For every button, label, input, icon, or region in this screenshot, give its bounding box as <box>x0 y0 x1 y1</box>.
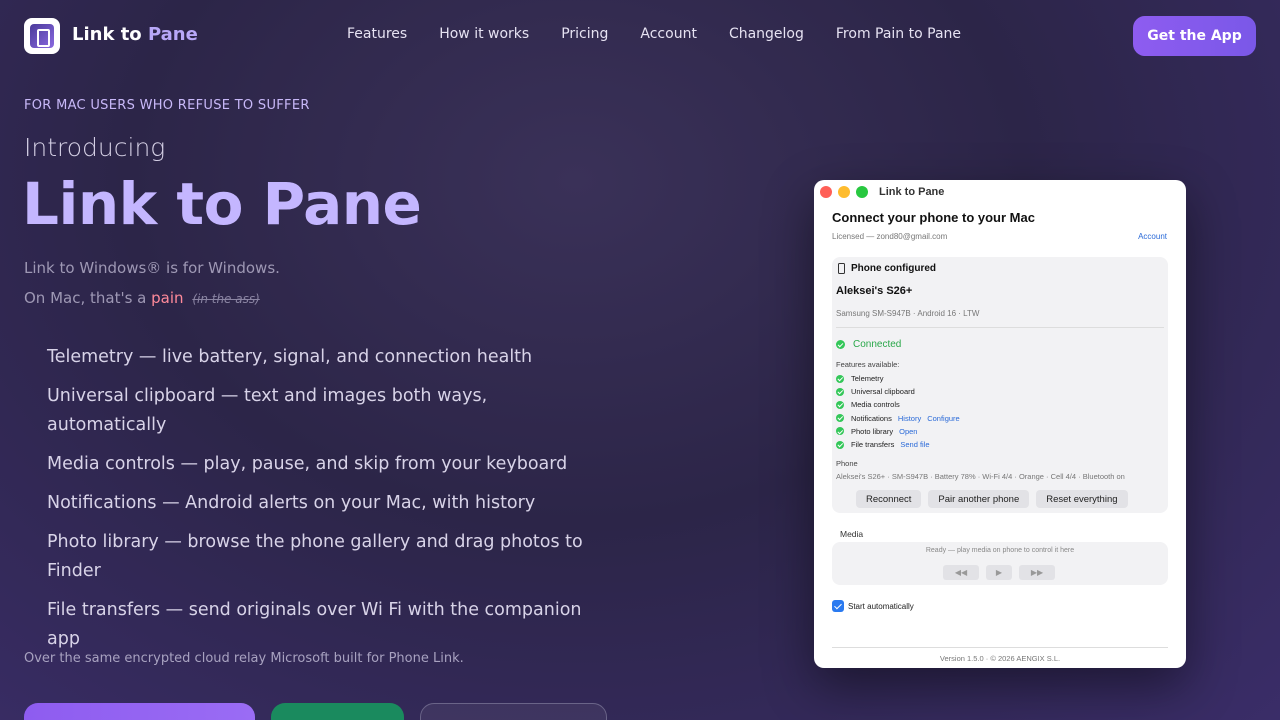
check-circle-icon <box>836 340 845 349</box>
features-label: Features available: <box>836 360 900 369</box>
check-circle-icon <box>836 414 844 423</box>
check-circle-icon <box>836 387 844 396</box>
phone-card: Phone configured Aleksei's S26+ Samsung … <box>832 257 1168 513</box>
close-icon[interactable] <box>820 186 832 198</box>
nav-changelog[interactable]: Changelog <box>729 26 804 42</box>
nav-pricing[interactable]: Pricing <box>561 26 608 42</box>
reconnect-button[interactable]: Reconnect <box>856 490 922 508</box>
device-model: Samsung SM-S947B · Android 16 · LTW <box>836 309 980 318</box>
media-status: Ready — play media on phone to control i… <box>925 547 1075 554</box>
connection-status: Connected <box>836 339 901 350</box>
window-heading: Connect your phone to your Mac <box>832 210 1035 225</box>
outline-button[interactable] <box>420 703 607 720</box>
feature-name: Notifications <box>851 413 892 423</box>
app-logo-icon[interactable] <box>24 18 60 54</box>
hero-footnote: Over the same encrypted cloud relay Micr… <box>24 651 464 666</box>
next-track-icon[interactable]: ▶▶ <box>1019 565 1055 580</box>
window-titlebar: Link to Pane <box>814 180 1186 204</box>
send-file-link[interactable]: Send file <box>900 440 929 449</box>
brand-accent: Pane <box>147 24 198 45</box>
get-the-app-button[interactable]: Get the App <box>1133 16 1256 56</box>
pair-another-phone-button[interactable]: Pair another phone <box>928 490 1030 508</box>
minimize-icon[interactable] <box>838 186 850 198</box>
feature-item: Photo library — browse the phone gallery… <box>47 532 583 581</box>
feature-item: Media controls — play, pause, and skip f… <box>47 454 568 474</box>
phone-actions: Reconnect Pair another phone Reset every… <box>856 490 1128 508</box>
feature-row: File transfers Send file <box>836 438 960 451</box>
feature-row: Media controls <box>836 398 960 411</box>
nav-links: Features How it works Pricing Account Ch… <box>347 26 993 42</box>
media-label: Media <box>840 529 864 539</box>
previous-track-icon[interactable]: ◀◀ <box>943 565 979 580</box>
feature-name: Photo library <box>851 426 894 436</box>
feature-name: File transfers <box>851 440 895 450</box>
secondary-green-button[interactable] <box>271 703 404 720</box>
nav-features[interactable]: Features <box>347 26 407 42</box>
media-controls: ◀◀ ▶ ▶▶ <box>943 565 1055 580</box>
feature-row: Universal clipboard <box>836 385 960 398</box>
nav-from-pain-to-pane[interactable]: From Pain to Pane <box>836 26 961 42</box>
start-automatically-checkbox[interactable] <box>832 600 844 612</box>
feature-item: Telemetry — live battery, signal, and co… <box>47 347 533 367</box>
check-circle-icon <box>836 400 844 409</box>
phone-section-label: Phone <box>836 459 858 468</box>
connection-status-label: Connected <box>853 339 902 350</box>
feature-name: Universal clipboard <box>851 387 915 397</box>
account-link[interactable]: Account <box>1138 232 1167 241</box>
primary-download-button[interactable] <box>24 703 255 720</box>
zoom-icon[interactable] <box>856 186 868 198</box>
tagline-strike: (in the ass) <box>192 292 260 306</box>
feature-row: Photo library Open <box>836 425 960 438</box>
phone-status-line: Aleksei's S26+ · SM-S947B · Battery 78% … <box>836 472 1125 481</box>
media-card: Ready — play media on phone to control i… <box>832 542 1168 585</box>
start-automatically-row[interactable]: Start automatically <box>832 600 914 612</box>
window-title: Link to Pane <box>879 186 945 198</box>
tagline-prefix: On Mac, that's a <box>24 289 147 307</box>
divider <box>832 647 1168 648</box>
license-text: Licensed — zond80@gmail.com <box>832 232 948 241</box>
feature-item: File transfers — send originals over Wi … <box>47 600 582 649</box>
check-circle-icon <box>836 427 844 436</box>
feature-name: Telemetry <box>851 374 884 384</box>
check-circle-icon <box>836 440 844 449</box>
hero-tagline-1: Link to Windows® is for Windows. <box>24 259 280 277</box>
phone-configured-heading: Phone configured <box>838 263 936 274</box>
nav-how-it-works[interactable]: How it works <box>439 26 529 42</box>
divider <box>836 327 1164 328</box>
phone-icon <box>838 263 845 274</box>
feature-list: Telemetry — live battery, signal, and co… <box>47 343 607 664</box>
brand-main: Link to <box>72 24 142 45</box>
nav-account[interactable]: Account <box>640 26 697 42</box>
phone-configured-label: Phone configured <box>851 263 936 274</box>
feature-row: Telemetry <box>836 372 960 385</box>
app-window-mockup: Link to Pane Connect your phone to your … <box>814 180 1186 668</box>
device-name: Aleksei's S26+ <box>836 285 913 297</box>
version-text: Version 1.5.0 · © 2026 AENGIX S.L. <box>939 654 1061 663</box>
start-automatically-label: Start automatically <box>848 601 914 611</box>
hero-tagline-2: On Mac, that's a pain (in the ass) <box>24 289 260 307</box>
feature-item: Notifications — Android alerts on your M… <box>47 493 536 513</box>
features-available-list: Telemetry Universal clipboard Media cont… <box>836 372 960 451</box>
hero-title: Link to Pane <box>22 170 422 238</box>
open-link[interactable]: Open <box>899 427 917 436</box>
hero-introducing: Introducing <box>24 133 166 162</box>
configure-link[interactable]: Configure <box>927 414 960 423</box>
check-circle-icon <box>836 374 844 383</box>
feature-name: Media controls <box>851 400 900 410</box>
top-nav: Link to Pane Features How it works Prici… <box>0 0 1280 72</box>
reset-everything-button[interactable]: Reset everything <box>1036 490 1128 508</box>
tagline-pain: pain <box>151 289 184 307</box>
feature-item: Universal clipboard — text and images bo… <box>47 386 488 435</box>
play-icon[interactable]: ▶ <box>986 565 1012 580</box>
hero-eyebrow: FOR MAC USERS WHO REFUSE TO SUFFER <box>24 98 310 113</box>
feature-row: Notifications History Configure <box>836 412 960 425</box>
history-link[interactable]: History <box>898 414 921 423</box>
brand-name[interactable]: Link to Pane <box>72 24 198 45</box>
